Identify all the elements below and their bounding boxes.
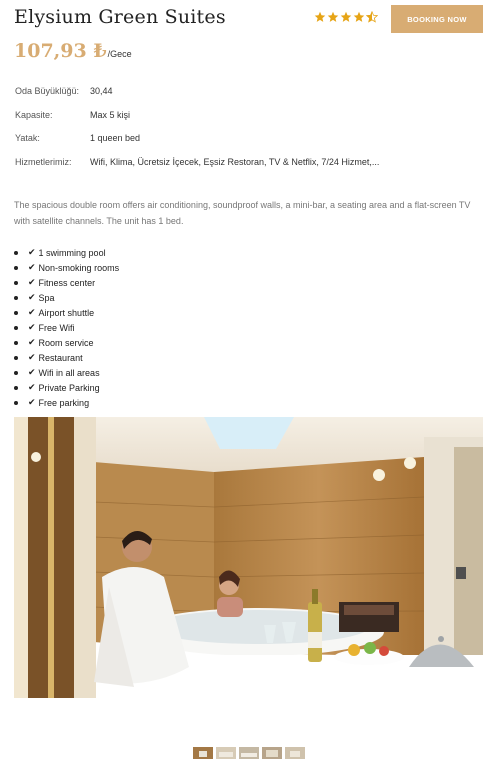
list-item: ✔ Free Wifi bbox=[14, 320, 119, 335]
room-details: Oda Büyüklüğü: 30,44 Kapasite: Max 5 kiş… bbox=[15, 86, 379, 180]
amenity-label: Free Wifi bbox=[38, 322, 75, 333]
amenity-label: Non-smoking rooms bbox=[38, 262, 120, 273]
star-rating bbox=[314, 11, 378, 23]
check-icon: ✔ bbox=[28, 352, 36, 362]
amenity-label: Free parking bbox=[38, 397, 90, 408]
detail-label: Oda Büyüklüğü: bbox=[15, 86, 80, 96]
hotel-title: Elysium Green Suites bbox=[14, 6, 226, 28]
price-display: 107,93 ₺ /Gece bbox=[14, 40, 132, 62]
gallery-thumbnail[interactable] bbox=[262, 747, 282, 759]
detail-value: 1 queen bed bbox=[90, 133, 141, 143]
detail-value: 30,44 bbox=[90, 86, 113, 96]
price-unit: /Gece bbox=[107, 49, 132, 59]
check-icon: ✔ bbox=[28, 322, 36, 332]
star-full-icon bbox=[340, 11, 352, 22]
price-value: 107,93 ₺ bbox=[14, 40, 107, 62]
check-icon: ✔ bbox=[28, 262, 36, 272]
list-item: ✔ 1 swimming pool bbox=[14, 245, 119, 260]
list-item: ✔ Free parking bbox=[14, 395, 119, 410]
detail-row-size: Oda Büyüklüğü: 30,44 bbox=[15, 86, 379, 110]
booking-now-button[interactable]: BOOKING NOW bbox=[391, 5, 483, 33]
check-icon: ✔ bbox=[28, 292, 36, 302]
check-icon: ✔ bbox=[28, 307, 36, 317]
star-full-icon bbox=[353, 11, 365, 22]
room-description: The spacious double room offers air cond… bbox=[14, 200, 471, 226]
amenity-label: Room service bbox=[38, 337, 94, 348]
gallery-thumbnail[interactable] bbox=[285, 747, 305, 759]
amenity-label: Private Parking bbox=[38, 382, 100, 393]
check-icon: ✔ bbox=[28, 382, 36, 392]
amenity-label: Fitness center bbox=[38, 277, 96, 288]
detail-row-bed: Yatak: 1 queen bed bbox=[15, 133, 379, 157]
detail-value: Max 5 kişi bbox=[90, 109, 131, 120]
amenity-label: 1 swimming pool bbox=[38, 247, 106, 258]
room-photo[interactable] bbox=[14, 417, 483, 698]
check-icon: ✔ bbox=[28, 247, 36, 257]
list-item: ✔ Spa bbox=[14, 290, 119, 305]
check-icon: ✔ bbox=[28, 367, 36, 377]
check-icon: ✔ bbox=[28, 397, 36, 407]
list-item: ✔ Non-smoking rooms bbox=[14, 260, 119, 275]
amenity-label: Wifi in all areas bbox=[38, 367, 100, 378]
list-item: ✔ Wifi in all areas bbox=[14, 365, 119, 380]
detail-row-services: Hizmetlerimiz: Wifi, Klima, Ücretsiz İçe… bbox=[15, 157, 379, 181]
star-full-icon bbox=[314, 11, 326, 22]
star-half-icon bbox=[366, 11, 378, 23]
amenities-list: ✔ 1 swimming pool ✔ Non-smoking rooms ✔ Fit… bbox=[14, 245, 119, 410]
gallery-thumbnail[interactable] bbox=[193, 747, 213, 759]
star-full-icon bbox=[327, 11, 339, 22]
detail-label: Yatak: bbox=[15, 133, 40, 143]
check-icon: ✔ bbox=[28, 337, 36, 347]
detail-label: Hizmetlerimiz: bbox=[15, 156, 72, 167]
room-photo-illustration bbox=[14, 417, 483, 698]
amenity-label: Spa bbox=[38, 292, 55, 303]
detail-value: Wifi, Klima, Ücretsiz İçecek, Eşsiz Rest… bbox=[90, 156, 380, 167]
list-item: ✔ Room service bbox=[14, 335, 119, 350]
list-item: ✔ Restaurant bbox=[14, 350, 119, 365]
amenity-label: Airport shuttle bbox=[38, 307, 95, 318]
list-item: ✔ Fitness center bbox=[14, 275, 119, 290]
amenity-label: Restaurant bbox=[38, 352, 83, 363]
list-item: ✔ Private Parking bbox=[14, 380, 119, 395]
gallery-thumbnail[interactable] bbox=[216, 747, 236, 759]
gallery-thumbnail[interactable] bbox=[239, 747, 259, 759]
check-icon: ✔ bbox=[28, 277, 36, 287]
detail-row-capacity: Kapasite: Max 5 kişi bbox=[15, 110, 379, 134]
detail-label: Kapasite: bbox=[15, 109, 53, 120]
gallery-thumbnails bbox=[193, 747, 305, 759]
list-item: ✔ Airport shuttle bbox=[14, 305, 119, 320]
